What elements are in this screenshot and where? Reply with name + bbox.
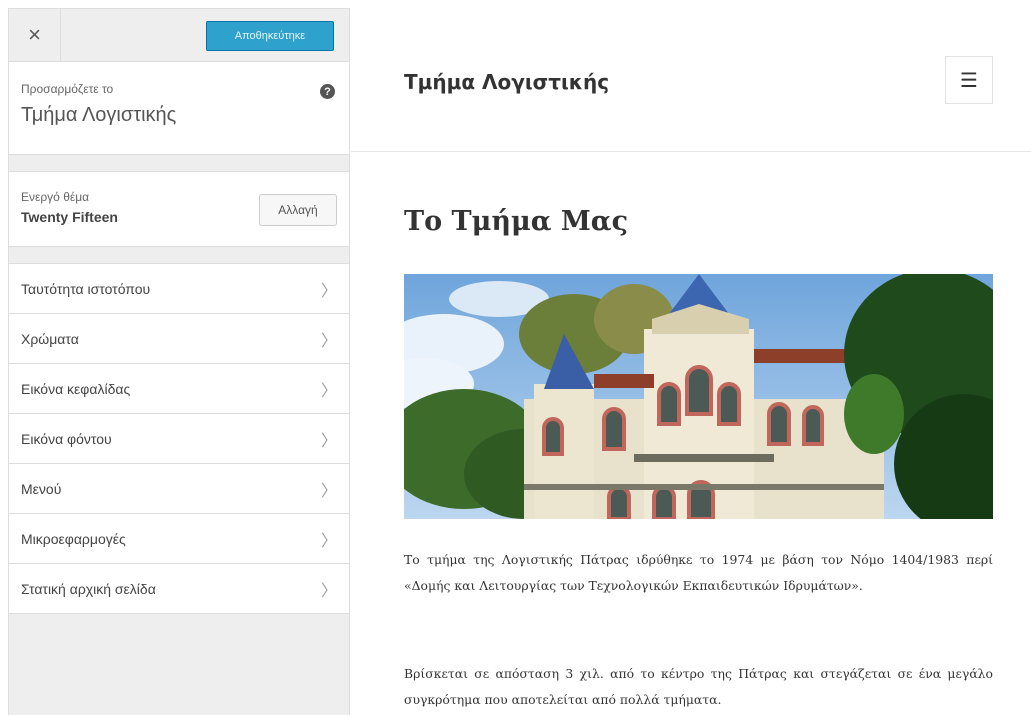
panel-label: Μικροεφαρμογές [21,530,126,547]
site-title[interactable]: Τμήμα Λογιστικής [404,70,609,94]
change-theme-button[interactable]: Αλλαγή [259,194,337,226]
panel-menus[interactable]: Μενού 〉 [9,464,349,514]
active-theme-section: Ενεργό θέμα Twenty Fifteen Αλλαγή [9,171,349,247]
save-button[interactable]: Αποθηκεύτηκε [206,21,334,51]
panel-colors[interactable]: Χρώματα 〉 [9,314,349,364]
site-header: Τμήμα Λογιστικής ☰ [351,8,1031,152]
chevron-right-icon: 〉 [320,382,337,400]
panel-label: Ταυτότητα ιστοτόπου [21,280,151,297]
customizer-sidebar: × Αποθηκεύτηκε Προσαρμόζετε το Τμήμα Λογ… [8,8,350,715]
customizing-site-title: Τμήμα Λογιστικής [21,104,177,126]
panel-label: Μενού [21,480,62,497]
section-spacer [9,155,349,171]
chevron-right-icon: 〉 [320,432,337,450]
panel-background-image[interactable]: Εικόνα φόντου 〉 [9,414,349,464]
panel-widgets[interactable]: Μικροεφαρμογές 〉 [9,514,349,564]
chevron-right-icon: 〉 [320,532,337,550]
close-icon[interactable]: × [9,9,61,61]
help-icon[interactable]: ? [320,84,335,99]
chevron-right-icon: 〉 [320,482,337,500]
customizer-panel-list: Ταυτότητα ιστοτόπου 〉 Χρώματα 〉 Εικόνα κ… [9,263,349,614]
panel-label: Χρώματα [21,330,79,347]
chevron-right-icon: 〉 [320,582,337,600]
panel-label: Στατική αρχική σελίδα [21,580,156,597]
hamburger-icon[interactable]: ☰ [945,56,993,104]
customizing-label: Προσαρμόζετε το [21,82,114,96]
panel-label: Εικόνα φόντου [21,430,112,447]
chevron-right-icon: 〉 [320,282,337,300]
page-title: Το Τμήμα Μας [404,206,629,237]
chevron-right-icon: 〉 [320,332,337,350]
customizer-info: Προσαρμόζετε το Τμήμα Λογιστικής ? [9,62,349,155]
content-paragraph: Βρίσκεται σε απόσταση 3 χιλ. από το κέντ… [404,666,993,707]
panel-label: Εικόνα κεφαλίδας [21,380,131,397]
panel-header-image[interactable]: Εικόνα κεφαλίδας 〉 [9,364,349,414]
customizer-topbar: × Αποθηκεύτηκε [9,9,349,62]
building-photo [404,274,993,519]
content-paragraph: Το τμήμα της Λογιστικής Πάτρας ιδρύθηκε … [404,552,993,593]
panel-site-identity[interactable]: Ταυτότητα ιστοτόπου 〉 [9,264,349,314]
site-preview: Τμήμα Λογιστικής ☰ Το Τμήμα Μας Το τμήμα… [351,8,1031,715]
panel-static-front-page[interactable]: Στατική αρχική σελίδα 〉 [9,564,349,614]
